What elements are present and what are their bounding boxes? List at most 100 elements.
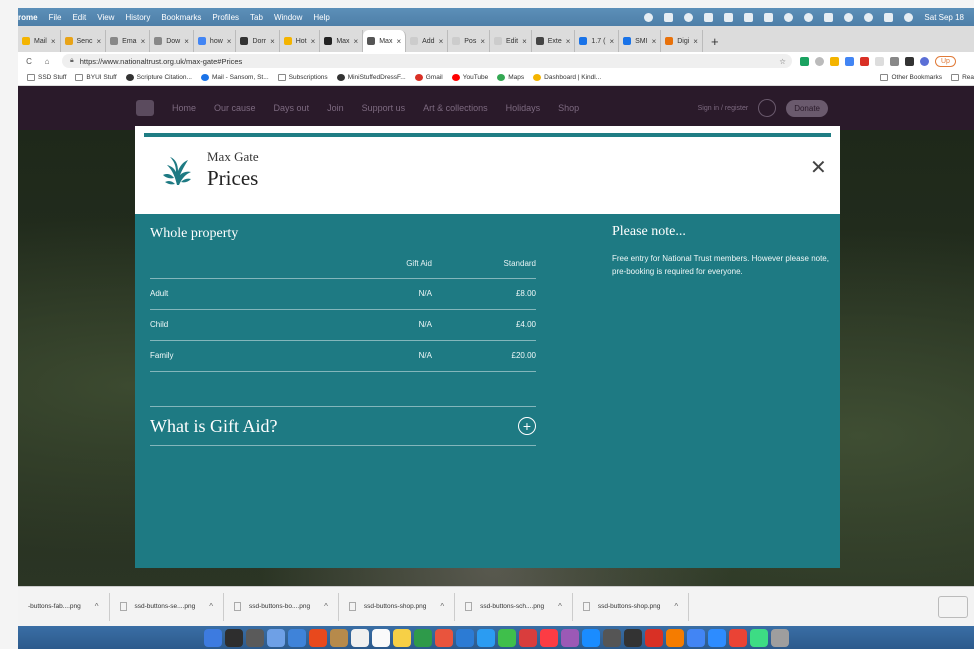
dock-app-icon[interactable] (581, 628, 600, 647)
tab-close-icon[interactable]: × (566, 37, 571, 46)
bookmark-item[interactable]: YouTube (451, 74, 488, 81)
nav-link[interactable]: Art & collections (423, 103, 488, 113)
dock-app-icon[interactable] (602, 628, 621, 647)
address-bar[interactable]: 🔒︎ https://www.nationaltrust.org.uk/max-… (62, 54, 792, 68)
dock-app-icon[interactable] (518, 628, 537, 647)
nav-link[interactable]: Join (327, 103, 344, 113)
dock-app-icon[interactable] (686, 628, 705, 647)
reading-list[interactable]: Rea (951, 74, 974, 81)
dock-app-icon[interactable] (413, 628, 432, 647)
volume-icon[interactable] (744, 12, 754, 22)
browser-tab[interactable]: Senc × (61, 30, 107, 52)
spotlight-search-icon[interactable] (864, 12, 874, 22)
browser-tab[interactable]: Ema × (106, 30, 151, 52)
menu-file[interactable]: File (49, 13, 62, 22)
tab-close-icon[interactable]: × (396, 37, 401, 46)
extension-icon[interactable] (830, 56, 839, 66)
menu-help[interactable]: Help (313, 13, 329, 22)
menu-edit[interactable]: Edit (72, 13, 86, 22)
dock-app-icon[interactable] (623, 628, 642, 647)
reload-icon[interactable]: C (22, 57, 36, 66)
dock-app-icon[interactable] (665, 628, 684, 647)
tab-close-icon[interactable]: × (693, 37, 698, 46)
dock-app-icon[interactable] (371, 628, 390, 647)
menu-window[interactable]: Window (274, 13, 302, 22)
menu-view[interactable]: View (97, 13, 114, 22)
tab-close-icon[interactable]: × (141, 37, 146, 46)
bookmark-item[interactable]: Scripture Citation... (125, 74, 192, 81)
browser-tab[interactable]: Mail × (18, 30, 61, 52)
tab-close-icon[interactable]: × (227, 37, 232, 46)
chevron-up-icon[interactable]: ^ (324, 602, 328, 611)
dock-app-icon[interactable] (287, 628, 306, 647)
bookmark-item[interactable]: SSD Stuff (27, 74, 66, 81)
close-icon[interactable]: ✕ (810, 158, 827, 178)
bookmark-item[interactable]: Maps (497, 74, 524, 81)
bookmark-item[interactable]: BYUI Stuff (75, 74, 117, 81)
browser-tab[interactable]: Max × (320, 30, 364, 52)
home-icon[interactable]: ⌂ (40, 57, 54, 66)
dock-app-icon[interactable] (749, 628, 768, 647)
download-item[interactable]: ssd-buttons-shop.png ^ (339, 592, 456, 621)
bookmark-star-icon[interactable]: ☆ (779, 57, 786, 66)
dock-app-icon[interactable] (392, 628, 411, 647)
display-icon[interactable] (824, 12, 834, 22)
battery-icon[interactable] (764, 12, 774, 22)
dock-app-icon[interactable] (203, 628, 222, 647)
browser-tab[interactable]: how × (194, 30, 237, 52)
bookmark-item[interactable]: MiniStuffedDressF... (336, 74, 406, 81)
dock-app-icon[interactable] (497, 628, 516, 647)
siri-icon[interactable] (904, 12, 914, 22)
browser-tab[interactable]: Exte × (532, 30, 576, 52)
tab-close-icon[interactable]: × (311, 37, 316, 46)
browser-tab[interactable]: Dorr × (236, 30, 280, 52)
chevron-up-icon[interactable]: ^ (440, 602, 444, 611)
signin-link[interactable]: Sign in / register (698, 105, 749, 112)
browser-tab[interactable]: SMI × (619, 30, 662, 52)
menu-tab[interactable]: Tab (250, 13, 263, 22)
dock-app-icon[interactable] (350, 628, 369, 647)
dock-app-icon[interactable] (434, 628, 453, 647)
dock-app-icon[interactable] (728, 628, 747, 647)
extension-icon[interactable] (800, 56, 809, 66)
download-item[interactable]: ssd-buttons-bo....png ^ (224, 592, 339, 621)
other-bookmarks[interactable]: Other Bookmarks (880, 74, 942, 81)
browser-tab[interactable]: Hot × (280, 30, 321, 52)
menu-bookmarks[interactable]: Bookmarks (161, 13, 201, 22)
chevron-up-icon[interactable]: ^ (209, 602, 213, 611)
nav-link[interactable]: Holidays (506, 103, 541, 113)
mail-status-icon[interactable] (704, 12, 714, 22)
download-item[interactable]: -buttons-fab....png ^ (18, 592, 110, 621)
clock-icon[interactable] (804, 12, 814, 22)
tab-close-icon[interactable]: × (270, 37, 275, 46)
nav-link[interactable]: Home (172, 103, 196, 113)
dock-app-icon[interactable] (644, 628, 663, 647)
tab-close-icon[interactable]: × (522, 37, 527, 46)
tab-close-icon[interactable]: × (652, 37, 657, 46)
browser-tab[interactable]: Max × (363, 30, 407, 52)
extension-icon[interactable] (815, 56, 824, 66)
bookmark-item[interactable]: Subscriptions (277, 74, 328, 81)
tab-close-icon[interactable]: × (184, 37, 189, 46)
national-trust-logo[interactable] (136, 100, 154, 116)
puzzle-icon[interactable] (905, 56, 914, 66)
dock-app-icon[interactable] (308, 628, 327, 647)
user-icon[interactable] (844, 12, 854, 22)
dock-app-icon[interactable] (245, 628, 264, 647)
donate-button[interactable]: Donate (786, 99, 828, 117)
download-item[interactable]: ssd-buttons-se....png ^ (110, 592, 224, 621)
expand-plus-icon[interactable]: + (518, 417, 536, 435)
browser-tab[interactable]: Pos × (448, 30, 490, 52)
chevron-up-icon[interactable]: ^ (558, 602, 562, 611)
browser-tab[interactable]: Dow × (150, 30, 194, 52)
extension-icon[interactable] (875, 56, 884, 66)
wifi-icon[interactable] (784, 12, 794, 22)
bookmark-item[interactable]: Gmail (414, 74, 443, 81)
browser-tab[interactable]: Add × (406, 30, 449, 52)
tab-close-icon[interactable]: × (96, 37, 101, 46)
dock-app-icon[interactable] (770, 628, 789, 647)
status-app-icon[interactable] (664, 12, 674, 22)
browser-tab[interactable]: Digi × (661, 30, 703, 52)
downloads-show-all-button[interactable] (938, 595, 968, 618)
dock-app-icon[interactable] (476, 628, 495, 647)
